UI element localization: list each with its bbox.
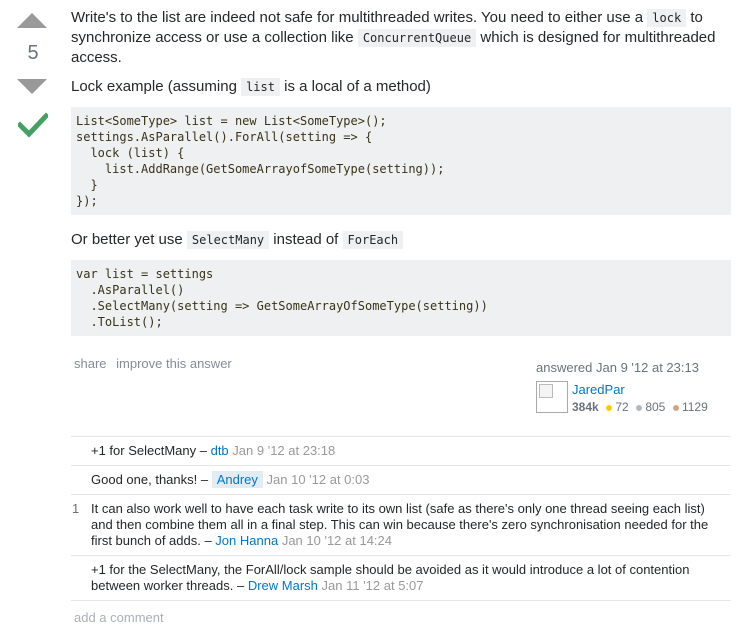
accepted-checkmark-icon xyxy=(18,112,48,138)
comment-text: +1 for SelectMany – xyxy=(91,443,211,458)
comment-user-link[interactable]: dtb xyxy=(211,443,229,458)
comment: 1 It can also work well to have each tas… xyxy=(71,495,731,556)
answer-body: Write's to the list are indeed not safe … xyxy=(71,8,733,351)
comment-user-link[interactable]: Drew Marsh xyxy=(248,578,318,593)
comment-score xyxy=(71,443,91,459)
bronze-badge: 1129 xyxy=(672,400,708,414)
gold-badge-icon xyxy=(606,404,613,411)
comment: +1 for the SelectMany, the ForAll/lock s… xyxy=(71,556,731,601)
inline-code: list xyxy=(241,78,280,96)
answer-paragraph: Or better yet use SelectMany instead of … xyxy=(71,230,733,250)
inline-code: lock xyxy=(647,9,687,27)
comments-list: +1 for SelectMany – dtb Jan 9 '12 at 23:… xyxy=(71,436,731,601)
improve-answer-link[interactable]: improve this answer xyxy=(116,356,232,371)
comment-date[interactable]: Jan 10 '12 at 14:24 xyxy=(282,533,392,548)
comment-date[interactable]: Jan 11 '12 at 5:07 xyxy=(322,578,424,593)
comment-text: Good one, thanks! – xyxy=(91,472,212,487)
comment-score: 1 xyxy=(72,501,80,516)
comment-date[interactable]: Jan 9 '12 at 23:18 xyxy=(232,443,335,458)
answered-time: answered Jan 9 '12 at 23:13 xyxy=(536,360,699,375)
upvote-arrow-icon[interactable] xyxy=(17,13,47,28)
comment-score xyxy=(71,472,91,488)
comment-user-link-owner[interactable]: Andrey xyxy=(211,471,263,488)
code-block-selectmany-example: var list = settings .AsParallel() .Selec… xyxy=(71,260,731,336)
comment: +1 for SelectMany – dtb Jan 9 '12 at 23:… xyxy=(71,437,731,466)
inline-code: ConcurrentQueue xyxy=(357,29,477,47)
inline-code: ForEach xyxy=(342,231,404,249)
add-comment-link[interactable]: add a comment xyxy=(74,610,164,625)
downvote-arrow-icon[interactable] xyxy=(17,79,47,94)
user-flair: 384k 72 805 1129 xyxy=(572,398,708,416)
comment-user-link[interactable]: Jon Hanna xyxy=(215,533,278,548)
answer-paragraph: Lock example (assuming list is a local o… xyxy=(71,78,431,96)
reputation-score: 384k xyxy=(572,400,599,414)
vote-count: 5 xyxy=(27,42,39,64)
comment-text: It can also work well to have each task … xyxy=(91,501,709,548)
avatar[interactable] xyxy=(536,381,568,413)
silver-badge-icon xyxy=(636,404,643,411)
code-block-lock-example: List<SomeType> list = new List<SomeType>… xyxy=(71,107,731,215)
post-menu: share improve this answer xyxy=(74,356,238,371)
bronze-badge-icon xyxy=(672,404,679,411)
user-signature: answered Jan 9 '12 at 23:13 JaredPar 384… xyxy=(536,360,736,416)
comment: Good one, thanks! – Andrey Jan 10 '12 at… xyxy=(71,466,731,495)
inline-code: SelectMany xyxy=(186,231,270,249)
answer-paragraph: Write's to the list are indeed not safe … xyxy=(71,9,716,66)
comment-date[interactable]: Jan 10 '12 at 0:03 xyxy=(267,472,370,487)
comment-score xyxy=(71,562,91,594)
gold-badge: 72 xyxy=(606,400,629,414)
user-name-link[interactable]: JaredPar xyxy=(572,381,708,398)
silver-badge: 805 xyxy=(636,400,665,414)
share-link[interactable]: share xyxy=(74,356,107,371)
user-info: JaredPar 384k 72 805 1129 xyxy=(536,381,736,416)
